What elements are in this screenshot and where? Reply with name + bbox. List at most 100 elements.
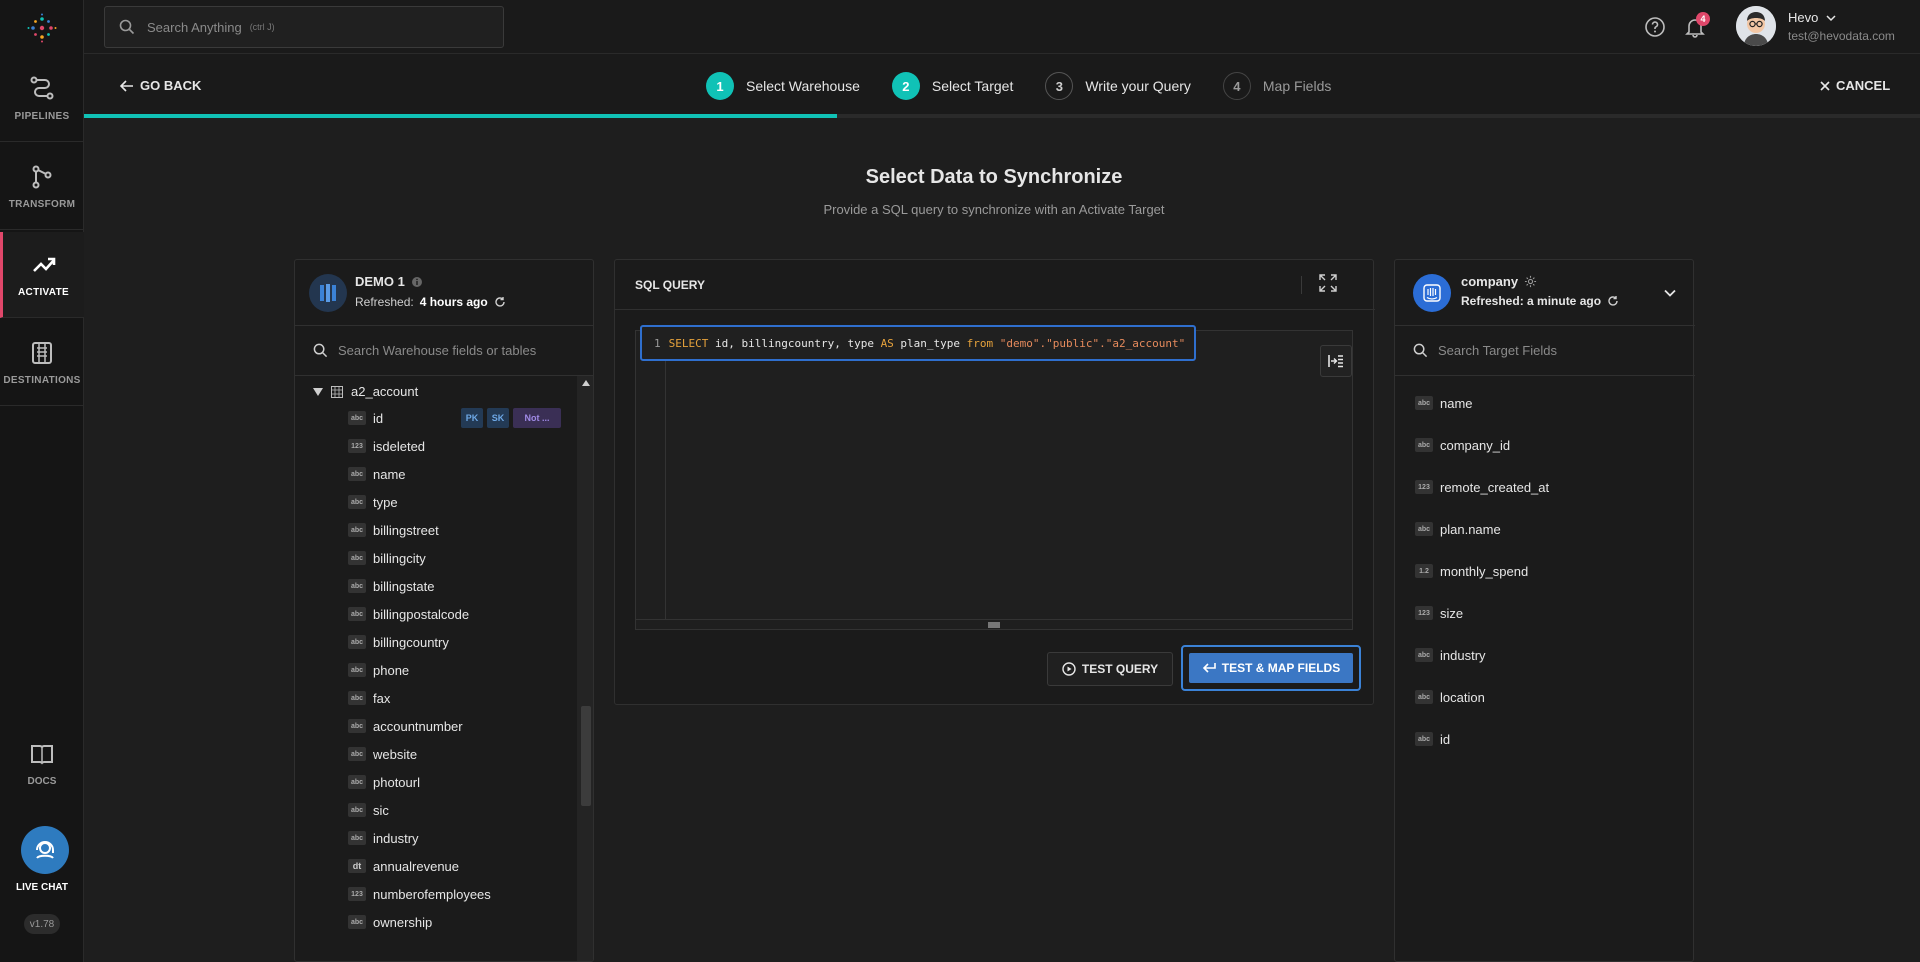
global-search-input[interactable]: Search Anything (ctrl J) (104, 6, 504, 48)
play-circle-icon (1062, 662, 1076, 676)
field-name: accountnumber (373, 718, 463, 734)
warehouse-field-item[interactable]: abc sic (348, 798, 389, 822)
field-type-icon: abc (348, 803, 366, 817)
warehouse-field-item[interactable]: abc billingstreet (348, 518, 439, 542)
top-bar: Search Anything (ctrl J) 4 Hevo test@hev… (84, 0, 1920, 54)
test-query-button[interactable]: TEST QUERY (1047, 652, 1173, 686)
field-type-icon: abc (348, 607, 366, 621)
field-name: id (373, 410, 384, 426)
cancel-button[interactable]: CANCEL (1820, 78, 1890, 93)
table-node[interactable]: a2_account (313, 384, 418, 399)
nav-pipelines[interactable]: PIPELINES (0, 56, 84, 142)
warehouse-field-item[interactable]: abc billingpostalcode (348, 602, 469, 626)
warehouse-field-item[interactable]: abc photourl (348, 770, 420, 794)
target-field-item[interactable]: abc plan.name (1415, 517, 1501, 541)
warehouse-field-item[interactable]: abc name (348, 462, 406, 486)
nav-destinations[interactable]: DESTINATIONS (0, 320, 84, 406)
target-field-item[interactable]: abc industry (1415, 643, 1486, 667)
notification-count-badge: 4 (1696, 12, 1710, 26)
docs-book-icon (31, 745, 53, 765)
field-type-icon: 123 (1415, 606, 1433, 620)
user-avatar[interactable] (1736, 6, 1776, 46)
close-icon (1820, 80, 1830, 91)
wizard-stepper: GO BACK 1 Select Warehouse 2 Select Targ… (84, 54, 1920, 118)
warehouse-field-item[interactable]: abc phone (348, 658, 409, 682)
warehouse-field-item[interactable]: abc fax (348, 686, 390, 710)
field-name: company_id (1440, 437, 1511, 453)
docs-label: DOCS (27, 776, 57, 787)
target-field-item[interactable]: abc location (1415, 685, 1485, 709)
field-type-icon: abc (348, 411, 366, 425)
help-icon[interactable] (1644, 16, 1666, 38)
warehouse-field-item[interactable]: abc billingcity (348, 546, 426, 570)
nav-destinations-label: DESTINATIONS (3, 375, 81, 386)
sql-code-line[interactable]: 1 SELECT id, billingcountry, type AS pla… (640, 325, 1196, 361)
fullscreen-icon[interactable] (1319, 274, 1337, 292)
user-menu[interactable]: Hevo (1788, 10, 1836, 25)
warehouse-field-item[interactable]: abc ownership (348, 910, 432, 934)
field-type-icon: abc (348, 831, 366, 845)
scroll-thumb[interactable] (581, 706, 591, 806)
target-field-item[interactable]: abc id (1415, 727, 1450, 751)
target-field-item[interactable]: abc company_id (1415, 433, 1510, 457)
warehouse-field-item[interactable]: 123 numberofemployees (348, 882, 491, 906)
search-placeholder: Search Anything (147, 19, 242, 35)
warehouse-scrollbar[interactable] (577, 376, 593, 961)
scroll-up-arrow-icon[interactable] (582, 380, 590, 386)
field-name: remote_created_at (1440, 479, 1550, 495)
warehouse-search-input[interactable]: Search Warehouse fields or tables (295, 326, 593, 376)
field-name: plan.name (1440, 521, 1501, 537)
warehouse-field-item[interactable]: dt annualrevenue (348, 854, 459, 878)
docs-link[interactable]: DOCS (0, 740, 84, 796)
refresh-icon[interactable] (494, 296, 506, 308)
version-badge: v1.78 (24, 914, 60, 934)
go-back-button[interactable]: GO BACK (120, 78, 201, 93)
nav-pipelines-label: PIPELINES (14, 111, 70, 122)
editor-resize-handle[interactable] (636, 619, 1352, 629)
field-type-icon: 123 (1415, 480, 1433, 494)
sql-query-panel: SQL QUERY 1 SELECT id, billingcountry, t… (614, 259, 1375, 705)
warehouse-field-item[interactable]: abc billingcountry (348, 630, 449, 654)
warehouse-name-row: DEMO 1 (355, 274, 423, 289)
live-chat-button[interactable] (21, 826, 69, 874)
field-type-icon: abc (348, 635, 366, 649)
hevo-logo-icon[interactable] (26, 12, 58, 44)
nav-activate[interactable]: ACTIVATE (0, 232, 84, 318)
warehouse-field-item[interactable]: abc website (348, 742, 417, 766)
warehouse-field-item[interactable]: abc id PK SK Not ... (348, 406, 561, 430)
test-map-fields-button[interactable]: TEST & MAP FIELDS (1189, 653, 1353, 683)
sql-token: SELECT (668, 336, 709, 350)
field-name: sic (373, 802, 389, 818)
target-name: company (1461, 274, 1519, 289)
warehouse-field-item[interactable]: abc accountnumber (348, 714, 463, 738)
refresh-icon[interactable] (1607, 295, 1619, 307)
target-header[interactable]: company Refreshed: a minute ago (1395, 260, 1695, 326)
warehouse-field-item[interactable]: abc type (348, 490, 398, 514)
line-number: 1 (654, 336, 661, 350)
gear-icon[interactable] (1524, 275, 1537, 288)
editor-gutter (636, 331, 666, 619)
warehouse-field-item[interactable]: 123 isdeleted (348, 434, 425, 458)
target-field-item[interactable]: 123 remote_created_at (1415, 475, 1549, 499)
field-name: numberofemployees (373, 886, 491, 902)
target-field-item[interactable]: abc name (1415, 391, 1473, 415)
chevron-down-icon[interactable] (1663, 286, 1677, 300)
nav-transform[interactable]: TRANSFORM (0, 144, 84, 230)
header-divider (1301, 276, 1302, 294)
table-name: a2_account (351, 384, 419, 399)
field-name: industry (1440, 647, 1486, 663)
sql-editor[interactable]: 1 SELECT id, billingcountry, type AS pla… (635, 325, 1353, 630)
target-field-item[interactable]: 123 size (1415, 601, 1463, 625)
field-name: website (373, 746, 418, 762)
nav-transform-label: TRANSFORM (8, 199, 76, 210)
format-query-button[interactable] (1320, 345, 1352, 377)
field-name: name (373, 466, 406, 482)
refreshed-prefix: Refreshed: (355, 295, 414, 309)
target-field-item[interactable]: 1.2 monthly_spend (1415, 559, 1528, 583)
field-type-icon: abc (348, 523, 366, 537)
warehouse-field-item[interactable]: abc billingstate (348, 574, 434, 598)
warehouse-field-item[interactable]: abc industry (348, 826, 419, 850)
target-search-input[interactable]: Search Target Fields (1395, 326, 1695, 376)
page-title: Select Data to Synchronize (865, 166, 1123, 188)
info-icon[interactable] (411, 276, 423, 288)
